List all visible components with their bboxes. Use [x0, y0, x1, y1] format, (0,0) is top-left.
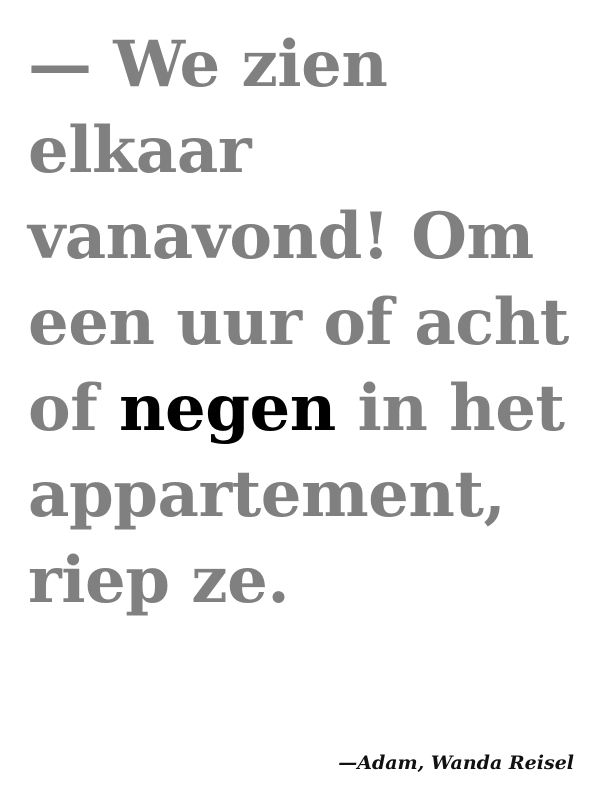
quote-line-2: elkaar	[28, 113, 252, 188]
attribution: —Adam, Wanda Reisel	[338, 752, 574, 774]
quote-card: — We zien elkaar vanavond! Om een uur of…	[0, 0, 600, 800]
quote-text: — We zien elkaar vanavond! Om een uur of…	[28, 22, 588, 624]
quote-line-5-start: of	[28, 371, 119, 446]
quote-line-3: vanavond! Om	[28, 199, 534, 274]
quote-line-7: riep ze.	[28, 543, 290, 618]
highlighted-word: negen	[119, 371, 336, 446]
quote-line-1: — We zien	[28, 27, 388, 102]
quote-line-4: een uur of acht	[28, 285, 569, 360]
quote-line-5-end: in het	[335, 371, 565, 446]
quote-line-6: appartement,	[28, 457, 506, 532]
